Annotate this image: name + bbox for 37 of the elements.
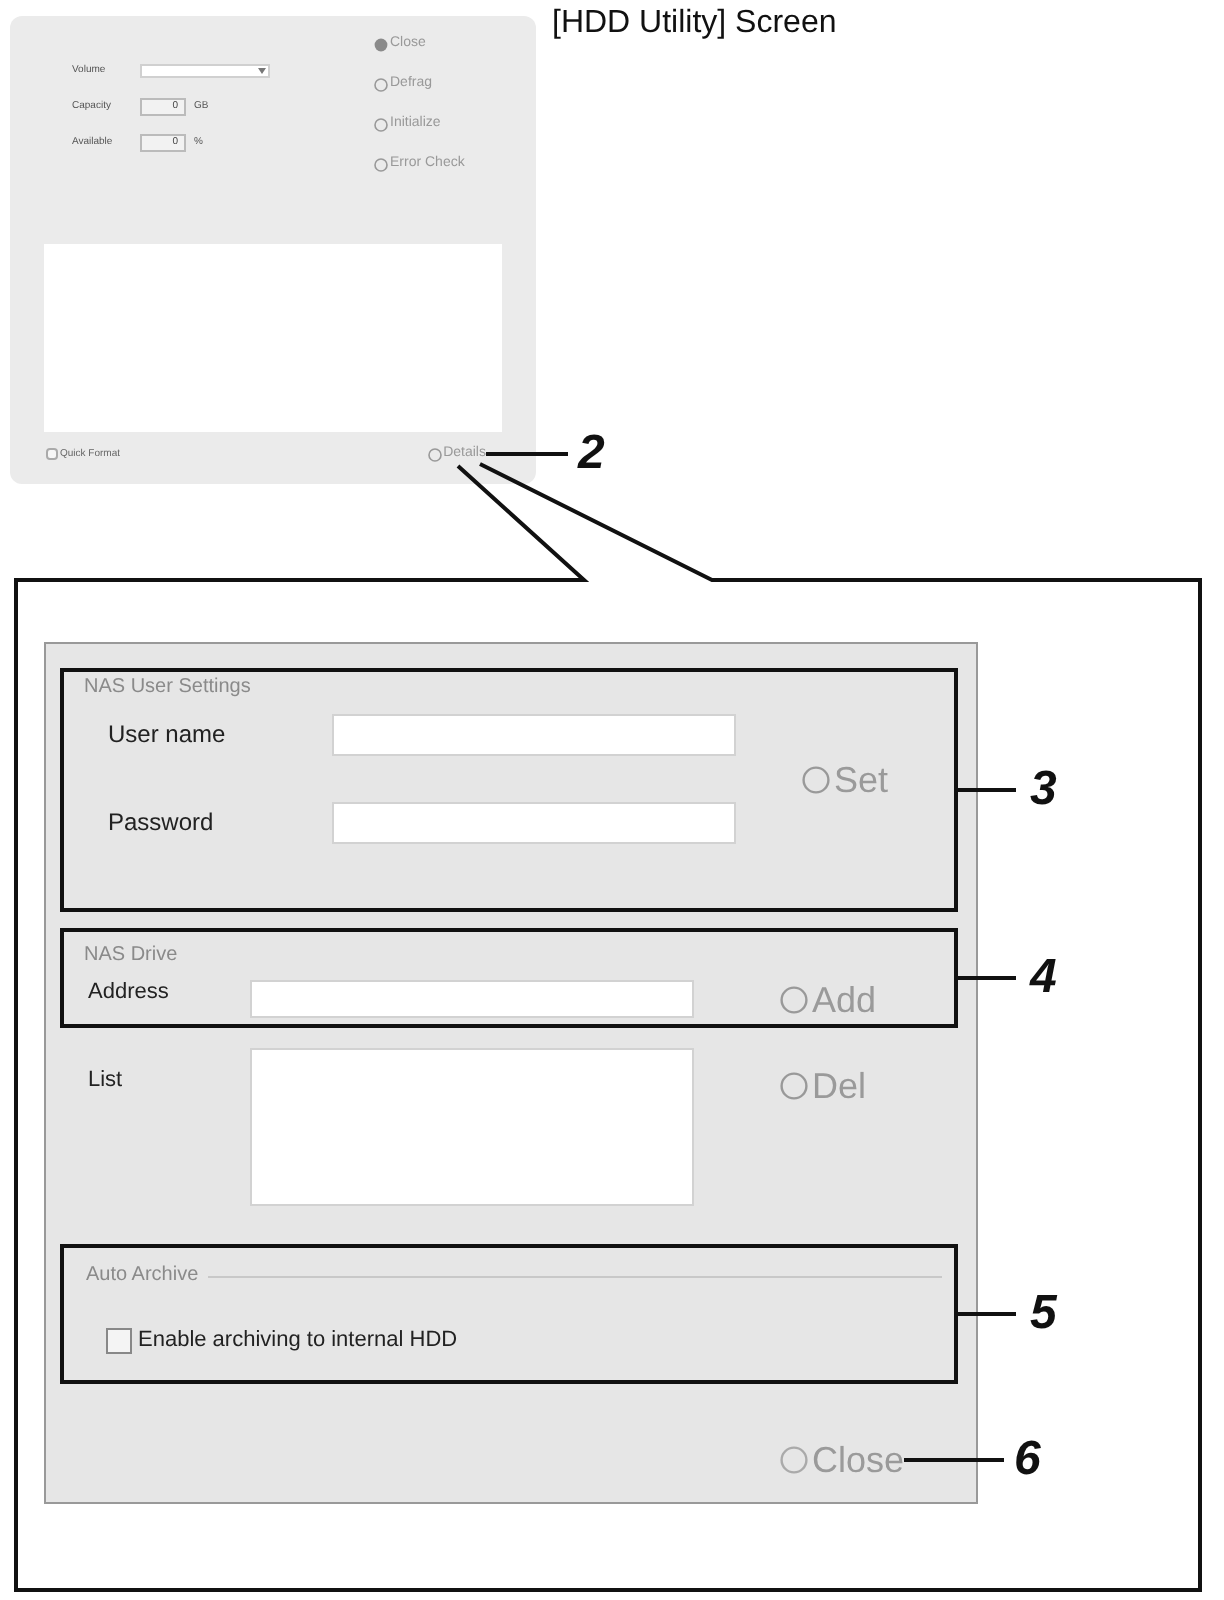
checkbox[interactable] [46, 448, 58, 460]
set-button[interactable]: Set [802, 761, 889, 797]
group-legend: NAS Drive [84, 944, 954, 968]
field-label: User name [108, 722, 228, 748]
circle-icon [374, 157, 388, 171]
callout-number: 3 [1030, 766, 1057, 814]
group-legend: Auto Archive [86, 1264, 199, 1288]
circle-icon [374, 117, 388, 131]
field-label: List [88, 1066, 125, 1094]
leader-line [904, 1458, 1005, 1462]
group-legend: NAS User Settings [84, 676, 954, 700]
add-button[interactable]: Add [780, 981, 877, 1017]
callout-number: 6 [1014, 1436, 1041, 1484]
text-field[interactable] [332, 802, 736, 844]
list-box[interactable] [250, 1048, 694, 1206]
circle-icon [780, 1072, 808, 1100]
leader-line [486, 452, 568, 456]
disc-icon [374, 37, 388, 51]
address-field[interactable] [250, 980, 694, 1018]
close-button[interactable]: Close [780, 1442, 905, 1478]
circle-icon [427, 447, 442, 461]
screen-title: [HDD Utility] Screen [552, 4, 837, 44]
circle-icon [780, 985, 808, 1013]
checkbox-option[interactable]: Enable archiving to internal HDD [106, 1328, 458, 1354]
circle-icon [780, 1446, 808, 1474]
callout-number: 5 [1030, 1290, 1057, 1338]
caret-icon [258, 68, 266, 74]
circle-icon [374, 77, 388, 91]
checkbox[interactable] [106, 1328, 132, 1354]
field-label: Address [88, 980, 171, 1006]
circle-icon [802, 765, 830, 793]
callout-number: 2 [578, 430, 605, 478]
field-label: Password [108, 810, 216, 836]
dropdown-field[interactable] [140, 64, 270, 78]
delete-button[interactable]: Del [780, 1068, 867, 1104]
text-field[interactable] [332, 714, 736, 756]
callout-number: 4 [1030, 954, 1057, 1002]
